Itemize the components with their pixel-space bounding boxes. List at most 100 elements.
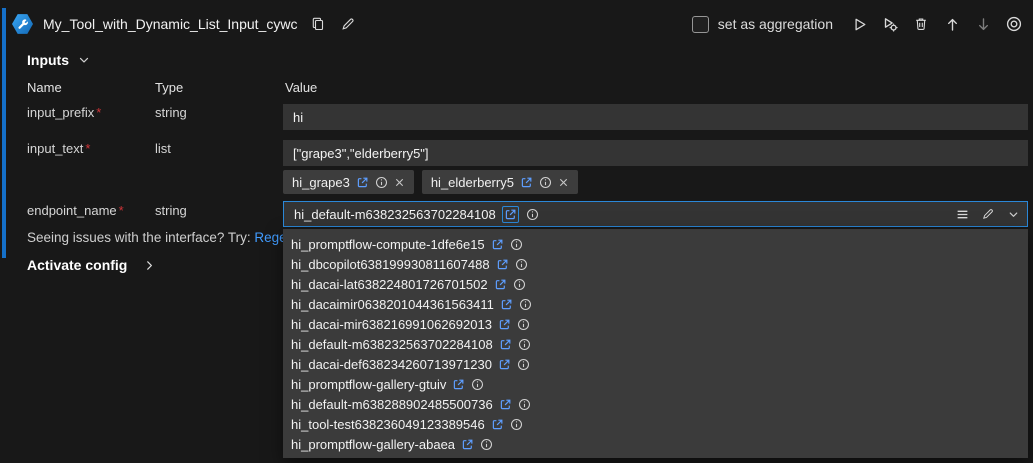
copy-icon[interactable] xyxy=(307,13,329,35)
input-text-value-field[interactable]: ["grape3","elderberry5"] xyxy=(283,140,1028,166)
dropdown-option[interactable]: hi_dacai-mir638216991062692013 xyxy=(283,314,1028,334)
chevron-down-icon xyxy=(77,53,91,67)
inputs-section-title: Inputs xyxy=(27,52,69,68)
info-icon[interactable] xyxy=(471,378,484,391)
interface-issue-hint: Seeing issues with the interface? Try: R… xyxy=(27,230,302,245)
edit-title-icon[interactable] xyxy=(337,13,359,35)
move-down-icon[interactable] xyxy=(972,13,994,35)
info-icon[interactable] xyxy=(480,438,493,451)
custom-tool-icon xyxy=(12,14,33,35)
open-external-icon[interactable] xyxy=(491,238,504,251)
dropdown-option-label: hi_promptflow-compute-1dfe6e15 xyxy=(291,237,485,252)
remove-chip-icon[interactable] xyxy=(394,177,405,188)
info-icon[interactable] xyxy=(539,176,552,189)
dropdown-option[interactable]: hi_promptflow-compute-1dfe6e15 xyxy=(283,234,1028,254)
open-external-icon[interactable] xyxy=(520,176,533,189)
dropdown-option[interactable]: hi_dacaimir0638201044361563411 xyxy=(283,294,1028,314)
required-marker: * xyxy=(119,203,124,218)
row-label-input-prefix: input_prefix* xyxy=(27,105,101,120)
list-view-icon[interactable] xyxy=(953,205,971,223)
run-node-icon[interactable] xyxy=(848,13,870,35)
move-up-icon[interactable] xyxy=(941,13,963,35)
dropdown-option-label: hi_dbcopilot638199930811607488 xyxy=(291,257,490,272)
dropdown-option-label: hi_promptflow-gallery-abaea xyxy=(291,437,455,452)
open-external-icon[interactable] xyxy=(502,206,519,223)
remove-chip-icon[interactable] xyxy=(558,177,569,188)
inputs-section-header[interactable]: Inputs xyxy=(27,52,91,68)
info-icon[interactable] xyxy=(519,298,532,311)
chip-hi-elderberry5[interactable]: hi_elderberry5 xyxy=(422,170,578,194)
chip-label: hi_elderberry5 xyxy=(431,175,514,190)
debug-run-icon[interactable] xyxy=(879,13,901,35)
required-marker: * xyxy=(96,105,101,120)
row-type-input-text: list xyxy=(155,141,171,156)
info-icon[interactable] xyxy=(513,278,526,291)
dropdown-option[interactable]: hi_dacai-def638234260713971230 xyxy=(283,354,1028,374)
dropdown-option-label: hi_tool-test638236049123389546 xyxy=(291,417,485,432)
tool-node-panel: My_Tool_with_Dynamic_List_Input_cywc set… xyxy=(0,0,1033,463)
endpoint-name-value-field[interactable]: hi_default-m638232563702284108 xyxy=(283,201,1028,227)
chevron-right-icon xyxy=(143,259,156,272)
info-icon[interactable] xyxy=(510,238,523,251)
info-icon[interactable] xyxy=(526,208,539,221)
column-header-name: Name xyxy=(27,80,62,95)
open-external-icon[interactable] xyxy=(452,378,465,391)
open-external-icon[interactable] xyxy=(498,318,511,331)
info-icon[interactable] xyxy=(375,176,388,189)
info-icon[interactable] xyxy=(517,358,530,371)
selected-node-accent-bar xyxy=(2,8,6,258)
chip-hi-grape3[interactable]: hi_grape3 xyxy=(283,170,414,194)
activate-config-label: Activate config xyxy=(27,257,127,273)
input-text-value: ["grape3","elderberry5"] xyxy=(293,146,429,161)
endpoint-name-value: hi_default-m638232563702284108 xyxy=(294,207,496,222)
dropdown-option[interactable]: hi_default-m638288902485500736 xyxy=(283,394,1028,414)
dropdown-option-label: hi_dacaimir0638201044361563411 xyxy=(291,297,494,312)
dropdown-option-label: hi_dacai-lat638224801726701502 xyxy=(291,277,488,292)
row-label-input-text: input_text* xyxy=(27,141,90,156)
info-icon[interactable] xyxy=(518,398,531,411)
open-external-icon[interactable] xyxy=(494,278,507,291)
set-as-aggregation-checkbox[interactable] xyxy=(692,16,709,33)
row-label-endpoint-name: endpoint_name* xyxy=(27,203,124,218)
dropdown-option[interactable]: hi_default-m638232563702284108 xyxy=(283,334,1028,354)
row-type-endpoint-name: string xyxy=(155,203,187,218)
endpoint-options-dropdown: hi_promptflow-compute-1dfe6e15 hi_dbcopil… xyxy=(283,229,1028,458)
delete-node-icon[interactable] xyxy=(910,13,932,35)
open-external-icon[interactable] xyxy=(491,418,504,431)
dropdown-option[interactable]: hi_promptflow-gallery-abaea xyxy=(283,434,1028,454)
dropdown-option-label: hi_dacai-mir638216991062692013 xyxy=(291,317,492,332)
info-icon[interactable] xyxy=(517,318,530,331)
set-as-aggregation-label: set as aggregation xyxy=(718,16,833,32)
node-header-actions: set as aggregation xyxy=(692,13,1025,35)
open-external-icon[interactable] xyxy=(498,358,511,371)
dropdown-option-label: hi_default-m638288902485500736 xyxy=(291,397,493,412)
info-icon[interactable] xyxy=(518,338,531,351)
dropdown-option[interactable]: hi_dacai-lat638224801726701502 xyxy=(283,274,1028,294)
dropdown-option-label: hi_promptflow-gallery-gtuiv xyxy=(291,377,446,392)
column-header-value: Value xyxy=(285,80,317,95)
input-prefix-value-field[interactable]: hi xyxy=(283,104,1028,130)
row-type-input-prefix: string xyxy=(155,105,187,120)
input-text-chips: hi_grape3 hi_elderberry5 xyxy=(283,170,578,194)
input-prefix-value: hi xyxy=(293,110,303,125)
open-external-icon[interactable] xyxy=(499,338,512,351)
target-node-icon[interactable] xyxy=(1003,13,1025,35)
open-external-icon[interactable] xyxy=(496,258,509,271)
dropdown-option[interactable]: hi_promptflow-gallery-gtuiv xyxy=(283,374,1028,394)
dropdown-chevron-icon[interactable] xyxy=(1005,206,1021,222)
open-external-icon[interactable] xyxy=(461,438,474,451)
open-external-icon[interactable] xyxy=(499,398,512,411)
node-header: My_Tool_with_Dynamic_List_Input_cywc set… xyxy=(12,9,1025,39)
open-external-icon[interactable] xyxy=(500,298,513,311)
dropdown-option-label: hi_default-m638232563702284108 xyxy=(291,337,493,352)
edit-value-icon[interactable] xyxy=(979,205,997,223)
dropdown-option[interactable]: hi_dbcopilot638199930811607488 xyxy=(283,254,1028,274)
info-icon[interactable] xyxy=(515,258,528,271)
open-external-icon[interactable] xyxy=(356,176,369,189)
required-marker: * xyxy=(85,141,90,156)
dropdown-option[interactable]: hi_tool-test638236049123389546 xyxy=(283,414,1028,434)
info-icon[interactable] xyxy=(510,418,523,431)
column-header-type: Type xyxy=(155,80,183,95)
dropdown-option-label: hi_dacai-def638234260713971230 xyxy=(291,357,492,372)
activate-config-section[interactable]: Activate config xyxy=(27,257,156,273)
